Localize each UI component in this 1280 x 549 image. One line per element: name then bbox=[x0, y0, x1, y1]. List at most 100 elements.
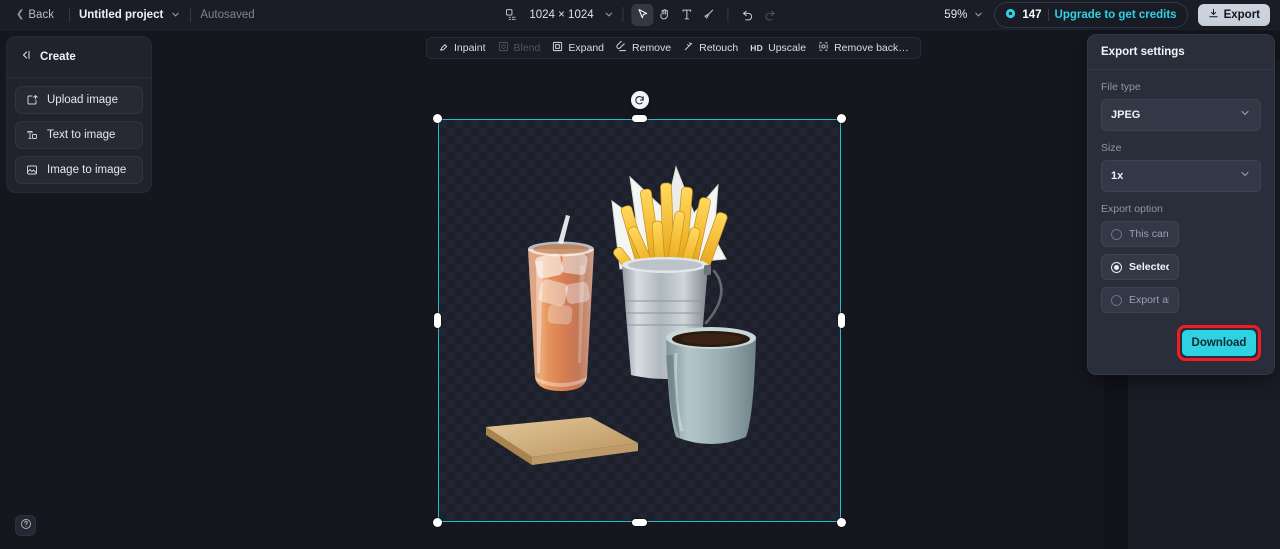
export-settings-body: File type JPEG Size 1x Export option Thi… bbox=[1088, 70, 1274, 313]
download-icon bbox=[1208, 8, 1219, 22]
autosave-status: Autosaved bbox=[200, 8, 255, 21]
sidebar-item-text-to-image-label: Text to image bbox=[47, 129, 116, 141]
file-type-select[interactable]: JPEG bbox=[1101, 99, 1261, 131]
zoom-chevron-down-icon[interactable] bbox=[973, 9, 984, 20]
upgrade-link[interactable]: Upgrade to get credits bbox=[1055, 9, 1177, 21]
export-option-export-all-label: Export all … bbox=[1129, 294, 1169, 306]
canvas-edit-toolbar: Inpaint Blend Expand Remove Retouch HD U… bbox=[426, 37, 921, 59]
size-select[interactable]: 1x bbox=[1101, 160, 1261, 192]
size-value: 1x bbox=[1111, 170, 1124, 182]
straw bbox=[557, 214, 570, 244]
canvas-size-chevron-down-icon[interactable] bbox=[604, 9, 615, 20]
top-bar-tools: 1024 × 1024 bbox=[499, 3, 781, 26]
tool-upscale[interactable]: HD Upscale bbox=[744, 39, 812, 57]
create-panel-items: Upload image Text to image Image to imag… bbox=[7, 78, 151, 184]
tool-remove-background-label: Remove back… bbox=[834, 42, 909, 54]
tool-inpaint-label: Inpaint bbox=[454, 42, 486, 54]
tool-blend[interactable]: Blend bbox=[492, 38, 547, 58]
tool-inpaint[interactable]: Inpaint bbox=[432, 38, 492, 58]
sidebar-item-upload-image-label: Upload image bbox=[47, 94, 118, 106]
export-option-selected-layers[interactable]: Selected l… bbox=[1101, 254, 1179, 280]
file-type-value: JPEG bbox=[1111, 109, 1141, 121]
download-highlight: Download bbox=[1177, 325, 1261, 361]
tool-upscale-label: Upscale bbox=[768, 42, 807, 54]
export-button-label: Export bbox=[1223, 8, 1260, 21]
redo-icon bbox=[759, 4, 781, 26]
blend-icon bbox=[498, 41, 509, 55]
sidebar-item-image-to-image-label: Image to image bbox=[47, 164, 127, 176]
divider bbox=[727, 7, 729, 22]
expand-icon bbox=[552, 41, 563, 55]
download-row: Download bbox=[1088, 325, 1274, 361]
radio-selected-icon bbox=[1111, 261, 1122, 273]
upload-image-icon bbox=[26, 94, 38, 106]
top-bar-left: ❮ Back Untitled project Autosaved bbox=[0, 6, 255, 24]
brush-icon[interactable] bbox=[698, 4, 720, 26]
sidebar-item-upload-image[interactable]: Upload image bbox=[15, 86, 143, 114]
tool-remove[interactable]: Remove bbox=[610, 38, 677, 58]
file-type-label: File type bbox=[1101, 81, 1141, 93]
resize-handle-top[interactable] bbox=[632, 115, 647, 122]
export-option-label: Export option bbox=[1101, 203, 1163, 215]
resize-handle-bottom-right[interactable] bbox=[837, 518, 846, 527]
resize-handle-top-right[interactable] bbox=[837, 114, 846, 123]
wooden-coaster bbox=[485, 416, 638, 465]
hd-badge: HD bbox=[750, 43, 764, 53]
ceramic-coffee-mug bbox=[665, 326, 756, 444]
resize-handle-bottom-left[interactable] bbox=[433, 518, 442, 527]
create-panel-header[interactable]: Create bbox=[7, 37, 151, 78]
create-panel-title: Create bbox=[40, 51, 76, 63]
resize-handle-left[interactable] bbox=[434, 313, 441, 328]
project-name[interactable]: Untitled project bbox=[79, 9, 163, 21]
zoom-level: 59% bbox=[944, 8, 968, 21]
hand-icon[interactable] bbox=[654, 4, 676, 26]
back-button[interactable]: ❮ Back bbox=[10, 6, 60, 24]
undo-icon[interactable] bbox=[737, 4, 759, 26]
divider bbox=[190, 7, 192, 22]
selected-layer-selection[interactable] bbox=[433, 91, 846, 527]
export-option-this-canvas[interactable]: This canvas bbox=[1101, 221, 1179, 247]
chevron-down-icon bbox=[1239, 167, 1251, 185]
transparent-canvas[interactable] bbox=[438, 119, 841, 522]
remove-icon bbox=[616, 40, 627, 55]
collapse-panel-icon[interactable] bbox=[20, 48, 32, 66]
credits-pill[interactable]: 147 Upgrade to get credits bbox=[994, 1, 1188, 28]
tool-remove-background[interactable]: Remove back… bbox=[812, 38, 915, 58]
select-icon[interactable] bbox=[631, 3, 654, 26]
export-button[interactable]: Export bbox=[1197, 3, 1270, 26]
text-to-image-icon bbox=[26, 129, 38, 141]
tool-expand[interactable]: Expand bbox=[546, 38, 610, 58]
tool-expand-label: Expand bbox=[568, 42, 605, 54]
radio-icon bbox=[1111, 228, 1122, 240]
sidebar-item-text-to-image[interactable]: Text to image bbox=[15, 121, 143, 149]
chevron-left-icon: ❮ bbox=[16, 8, 25, 20]
download-button[interactable]: Download bbox=[1182, 330, 1256, 356]
text-icon[interactable] bbox=[676, 4, 698, 26]
app-root: Inpaint Blend Expand Remove Retouch HD U… bbox=[0, 0, 1280, 549]
rotate-icon[interactable] bbox=[630, 91, 649, 109]
resize-handle-top-left[interactable] bbox=[433, 114, 442, 123]
export-option-this-canvas-label: This canvas bbox=[1129, 228, 1169, 240]
export-settings-title: Export settings bbox=[1088, 35, 1274, 70]
iced-tea-glass bbox=[527, 214, 594, 391]
export-option-export-all[interactable]: Export all … bbox=[1101, 287, 1179, 313]
help-button[interactable] bbox=[15, 515, 36, 536]
divider bbox=[68, 7, 70, 22]
remove-background-icon bbox=[818, 41, 829, 55]
export-option-group: This canvas Selected l… Export all … bbox=[1101, 221, 1261, 313]
help-circle-icon bbox=[20, 517, 32, 535]
tool-retouch[interactable]: Retouch bbox=[677, 38, 744, 58]
inpaint-icon bbox=[438, 41, 449, 55]
size-label: Size bbox=[1101, 142, 1122, 154]
sidebar-item-image-to-image[interactable]: Image to image bbox=[15, 156, 143, 184]
credits-coin-icon bbox=[1005, 6, 1016, 24]
resize-handle-right[interactable] bbox=[838, 313, 845, 328]
frame-icon[interactable] bbox=[499, 4, 521, 26]
project-chevron-down-icon[interactable] bbox=[170, 9, 181, 20]
top-bar-right: 59% 147 Upgrade to get credits Export bbox=[944, 1, 1270, 28]
resize-handle-bottom[interactable] bbox=[632, 519, 647, 526]
divider bbox=[622, 7, 624, 22]
create-panel: Create Upload image Text to image Image … bbox=[6, 36, 152, 193]
artwork-food-drinks[interactable] bbox=[470, 141, 810, 501]
retouch-icon bbox=[683, 41, 694, 55]
